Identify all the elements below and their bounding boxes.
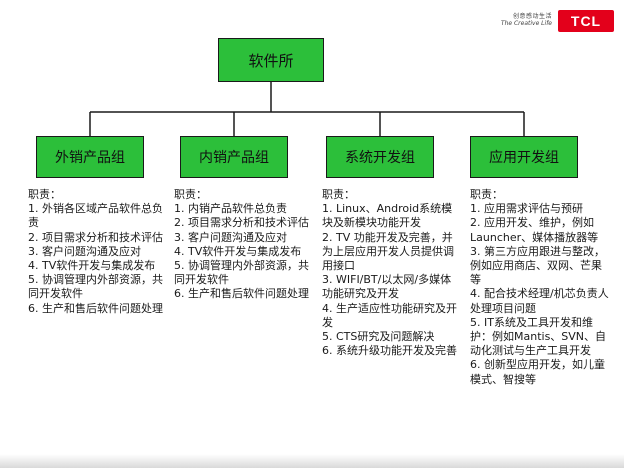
duty-item: 4. 生产适应性功能研究及开发 [322, 301, 457, 329]
duty-item: 6. 创新型应用开发，如儿童模式、智搜等 [470, 358, 605, 386]
duties-system-development: 职责： 1. Linux、Android系统模块及新模块功能开发 2. TV 功… [322, 188, 462, 358]
duty-item: 6. 生产和售后软件问题处理 [174, 287, 309, 301]
duty-item: 2. 项目需求分析和技术评估 [174, 216, 309, 230]
duty-item: 4. TV软件开发与集成发布 [28, 259, 156, 273]
duty-item: 1. Linux、Android系统模块及新模块功能开发 [322, 202, 453, 230]
slide-footer-band [0, 454, 624, 468]
duty-item: 3. 客户问题沟通及应对 [28, 244, 141, 258]
duties-application-development: 职责： 1. 应用需求评估与预研 2. 应用开发、维护，例如Launcher、媒… [470, 188, 610, 387]
duty-item: 4. 配合技术经理/机芯负责人处理项目问题 [470, 287, 609, 315]
duty-item: 2. TV 功能开发及完善，并为上层应用开发人员提供调用接口 [322, 230, 454, 273]
duty-item: 5. 协调管理内外部资源，共同开发软件 [174, 259, 309, 287]
duty-item: 1. 外销各区域产品软件总负责 [28, 202, 163, 230]
duty-title: 职责： [470, 188, 503, 201]
duty-item: 6. 系统升级功能开发及完善 [322, 344, 457, 358]
duty-item: 2. 应用开发、维护，例如Launcher、媒体播放器等 [470, 216, 599, 244]
duty-item: 4. TV软件开发与集成发布 [174, 244, 302, 258]
duty-item: 2. 项目需求分析和技术评估 [28, 230, 163, 244]
duties-export-products: 职责： 1. 外销各区域产品软件总负责 2. 项目需求分析和技术评估 3. 客户… [28, 188, 168, 316]
duty-item: 6. 生产和售后软件问题处理 [28, 301, 163, 315]
duty-title: 职责： [322, 188, 355, 201]
duty-title: 职责： [28, 188, 61, 201]
duty-item: 3. 第三方应用跟进与整改，例如应用商店、双网、芒果等 [470, 244, 605, 287]
duty-item: 1. 应用需求评估与预研 [470, 202, 583, 216]
group-node-domestic-products: 内销产品组 [180, 136, 288, 178]
duty-item: 5. CTS研究及问题解决 [322, 330, 435, 344]
duty-item: 3. 客户问题沟通及应对 [174, 230, 287, 244]
duties-domestic-products: 职责： 1. 内销产品软件总负责 2. 项目需求分析和技术评估 3. 客户问题沟… [174, 188, 314, 302]
group-node-export-products: 外销产品组 [36, 136, 144, 178]
group-node-system-development: 系统开发组 [326, 136, 434, 178]
duty-item: 5. IT系统及工具开发和维护：例如Mantis、SVN、自动化测试与生产工具开… [470, 315, 607, 358]
duty-item: 3. WIFI/BT/以太网/多媒体功能研究及开发 [322, 273, 452, 301]
duty-item: 1. 内销产品软件总负责 [174, 202, 287, 216]
duty-title: 职责： [174, 188, 207, 201]
group-node-application-development: 应用开发组 [470, 136, 578, 178]
duty-item: 5. 协调管理内外部资源，共同开发软件 [28, 273, 163, 301]
root-node-software-institute: 软件所 [218, 38, 324, 82]
